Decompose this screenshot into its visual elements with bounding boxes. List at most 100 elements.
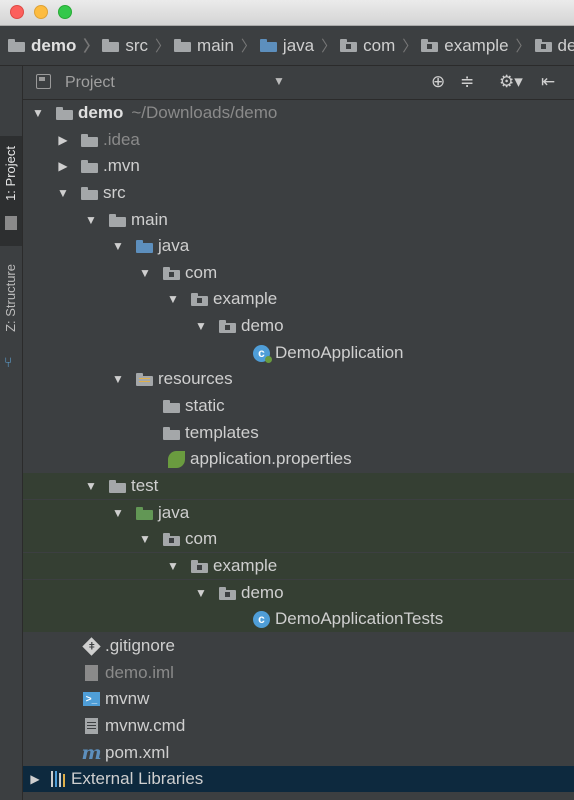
- tree-node-main-com[interactable]: ▼ com: [23, 260, 574, 286]
- tree-node-gitignore[interactable]: ǂ .gitignore: [23, 633, 574, 659]
- tree-node-main[interactable]: ▼ main: [23, 207, 574, 233]
- project-tab-label[interactable]: 1: Project: [3, 146, 18, 201]
- expanded-arrow-icon[interactable]: ▼: [83, 213, 99, 227]
- shell-script-icon: >_: [83, 692, 100, 706]
- package-icon: [191, 559, 208, 573]
- maven-icon: m: [81, 742, 102, 764]
- expanded-arrow-icon[interactable]: ▼: [55, 186, 71, 200]
- breadcrumb-com[interactable]: com 〉: [340, 35, 417, 56]
- expanded-arrow-icon[interactable]: ▼: [165, 559, 181, 573]
- package-icon: [191, 292, 208, 306]
- collapsed-arrow-icon[interactable]: ▶: [55, 133, 71, 147]
- collapse-all-icon[interactable]: ≑: [460, 72, 474, 92]
- breadcrumb-java[interactable]: java 〉: [259, 35, 336, 56]
- collapsed-arrow-icon[interactable]: ▶: [55, 159, 71, 173]
- tree-node-demo-application-tests[interactable]: c DemoApplicationTests: [23, 606, 574, 632]
- node-label: demo: [241, 316, 284, 335]
- chevron-right-icon: 〉: [83, 38, 99, 55]
- tree-node-main-demo[interactable]: ▼ demo: [23, 313, 574, 339]
- breadcrumb-demo-package[interactable]: dem: [534, 36, 574, 56]
- tree-node-test-java[interactable]: ▼ java: [23, 500, 574, 526]
- breadcrumb-main[interactable]: main 〉: [174, 35, 256, 56]
- tree-node-application-properties[interactable]: application.properties: [23, 446, 574, 472]
- breadcrumb-example[interactable]: example 〉: [421, 35, 531, 56]
- breadcrumb-label: com: [363, 35, 396, 55]
- tree-node-templates[interactable]: templates: [23, 420, 574, 446]
- node-label: com: [185, 529, 218, 548]
- expanded-arrow-icon[interactable]: ▼: [110, 239, 126, 253]
- spring-leaf-icon: [168, 450, 185, 468]
- tree-node-test-demo[interactable]: ▼ demo: [23, 580, 574, 606]
- expanded-arrow-icon[interactable]: ▼: [30, 106, 46, 120]
- tree-node-pom-xml[interactable]: m pom.xml: [23, 740, 574, 766]
- package-icon: [163, 266, 180, 280]
- breadcrumb-label: main: [197, 35, 234, 55]
- package-icon: [219, 319, 236, 333]
- expanded-arrow-icon[interactable]: ▼: [193, 319, 209, 333]
- node-label: External Libraries: [71, 769, 204, 788]
- window-titlebar: [0, 0, 574, 26]
- tree-node-main-example[interactable]: ▼ example: [23, 286, 574, 312]
- expanded-arrow-icon[interactable]: ▼: [83, 479, 99, 493]
- module-folder-icon: [56, 106, 73, 120]
- tree-node-static[interactable]: static: [23, 393, 574, 419]
- text-file-icon: [85, 718, 98, 734]
- tree-node-test[interactable]: ▼ test: [23, 473, 574, 499]
- chevron-right-icon: 〉: [155, 38, 171, 55]
- structure-tab-label[interactable]: Z: Structure: [3, 264, 18, 332]
- settings-gear-icon[interactable]: ⚙▾: [499, 72, 523, 92]
- breadcrumb-label: example: [444, 35, 509, 55]
- node-label: example: [213, 289, 278, 308]
- minimize-window-button[interactable]: [34, 5, 48, 19]
- view-selector-label[interactable]: Project: [65, 74, 115, 92]
- package-icon: [340, 39, 358, 52]
- expanded-arrow-icon[interactable]: ▼: [137, 266, 153, 280]
- git-ignore-icon: ǂ: [82, 636, 101, 656]
- package-icon: [163, 532, 180, 546]
- tree-node-src[interactable]: ▼ src: [23, 180, 574, 206]
- expanded-arrow-icon[interactable]: ▼: [193, 586, 209, 600]
- tree-node-mvnw-cmd[interactable]: mvnw.cmd: [23, 713, 574, 739]
- zoom-window-button[interactable]: [58, 5, 72, 19]
- hide-panel-icon[interactable]: ⇤: [541, 72, 555, 92]
- tree-node-demo-iml[interactable]: demo.iml: [23, 660, 574, 686]
- tree-node-test-com[interactable]: ▼ com: [23, 526, 574, 552]
- breadcrumb-demo[interactable]: demo 〉: [8, 35, 98, 56]
- breadcrumb-src[interactable]: src 〉: [102, 35, 170, 56]
- package-icon: [219, 586, 236, 600]
- close-window-button[interactable]: [10, 5, 24, 19]
- folder-icon: [109, 213, 126, 227]
- scroll-from-source-icon[interactable]: ⊕: [431, 72, 445, 92]
- node-label: demo: [78, 103, 124, 122]
- view-selector-dropdown-icon[interactable]: ▼: [273, 74, 285, 88]
- tree-node-mvn[interactable]: ▶ .mvn: [23, 153, 574, 179]
- expanded-arrow-icon[interactable]: ▼: [110, 506, 126, 520]
- breadcrumb-label: demo: [31, 35, 77, 55]
- tree-node-test-example[interactable]: ▼ example: [23, 553, 574, 579]
- tree-node-idea[interactable]: ▶ .idea: [23, 127, 574, 153]
- chevron-right-icon: 〉: [240, 38, 256, 55]
- structure-icon[interactable]: ⑂: [4, 354, 12, 370]
- tree-node-external-libraries[interactable]: ▶ External Libraries: [23, 766, 574, 792]
- node-label: .mvn: [103, 156, 140, 175]
- collapsed-arrow-icon[interactable]: ▶: [27, 772, 43, 786]
- node-label: test: [131, 476, 159, 495]
- expanded-arrow-icon[interactable]: ▼: [137, 532, 153, 546]
- expanded-arrow-icon[interactable]: ▼: [165, 292, 181, 306]
- node-label: src: [103, 183, 126, 202]
- project-panel-header: Project ▼ ⊕ ≑ ⚙▾ ⇤: [23, 66, 574, 100]
- tree-node-mvnw[interactable]: >_ mvnw: [23, 686, 574, 712]
- folder-icon: [81, 133, 98, 147]
- package-icon: [534, 39, 552, 52]
- node-label: templates: [185, 423, 259, 442]
- node-label: .idea: [103, 130, 140, 149]
- node-path: ~/Downloads/demo: [131, 103, 278, 122]
- expanded-arrow-icon[interactable]: ▼: [110, 372, 126, 386]
- tree-node-demo-application[interactable]: c DemoApplication: [23, 340, 574, 366]
- node-label: com: [185, 263, 218, 282]
- tree-node-demo-root[interactable]: ▼ demo ~/Downloads/demo: [23, 100, 574, 126]
- tree-node-resources[interactable]: ▼ resources: [23, 366, 574, 392]
- tree-node-main-java[interactable]: ▼ java: [23, 233, 574, 259]
- node-label: resources: [158, 369, 233, 388]
- folder-icon: [81, 186, 98, 200]
